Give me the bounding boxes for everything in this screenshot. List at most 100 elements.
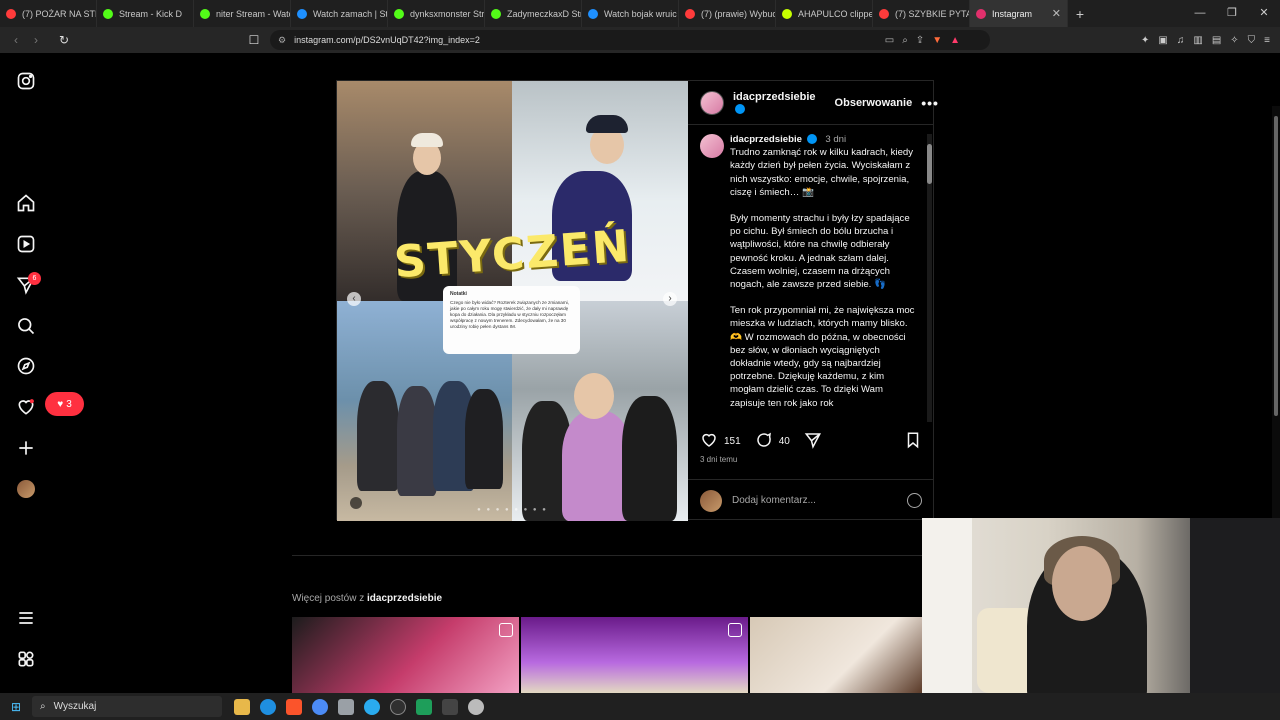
site-info-icon[interactable]: ⚙ [278,35,286,46]
leo-icon[interactable]: ✧ [1230,35,1238,46]
media-icon[interactable]: ♫ [1177,35,1185,46]
threads-apps-icon[interactable] [16,649,36,669]
window-controls: — ❐ ✕ [1184,0,1280,27]
page-scrollbar[interactable] [1272,106,1280,571]
app-icon[interactable] [442,698,458,715]
tab-label: Stream - Kick D [119,8,183,19]
create-icon[interactable] [16,438,36,458]
browser-tab[interactable]: (7) SZYBKIE PYTAN [873,0,970,27]
author-avatar[interactable] [700,90,724,115]
post-details: idacprzedsiebie Obserwowanie ••• idacprz… [688,81,938,521]
tab-label: niter Stream - Watc [216,8,291,19]
maximize-button[interactable]: ❐ [1216,0,1248,27]
home-icon[interactable] [16,193,36,213]
post-image-carousel[interactable]: STYCZEŃ Notatki Czego nie było widać? Ro… [337,81,688,521]
brave-shield-icon[interactable]: ▼ [932,35,942,46]
notifications-badge: 6 [28,272,41,285]
post-thumbnail[interactable] [292,617,519,693]
carousel-dots: ● ● ● ● ● ● ● ● [477,507,548,513]
verified-badge-icon [806,134,817,145]
bookmark-page-icon[interactable]: ☐ [244,33,264,47]
brave-icon[interactable] [286,698,302,715]
save-icon[interactable] [904,431,922,452]
app-icon[interactable] [338,698,354,715]
comment-icon[interactable] [755,431,773,452]
forward-button[interactable]: › [26,33,46,47]
zoom-icon[interactable]: ⌕ [902,35,908,46]
profile-avatar[interactable] [17,480,35,498]
share-icon[interactable] [804,431,822,452]
chrome-icon[interactable] [312,698,328,715]
browser-tab[interactable]: niter Stream - Watc [194,0,291,27]
browser-tab[interactable]: Watch bojak wruic | [582,0,679,27]
caption-time: 3 dni [825,134,847,145]
tab-label: dynksxmonster Stre [410,8,485,19]
caption-scrollbar[interactable] [927,134,932,422]
post-time-ago: 3 dni temu [700,455,738,464]
notifications-heart-icon[interactable] [16,397,36,417]
post-thumbnail[interactable] [750,617,922,693]
browser-tab[interactable]: (7) (prawie) Wybuch [679,0,776,27]
author-username[interactable]: idacprzedsiebie [733,91,816,115]
telegram-icon[interactable] [364,698,380,715]
new-tab-button[interactable]: + [1068,6,1092,22]
carousel-next-button[interactable]: › [663,292,677,306]
caption-avatar[interactable] [700,134,724,158]
following-button[interactable]: Obserwowanie [835,97,913,109]
vpn-icon[interactable]: ⛉ [1248,35,1256,46]
post-actions: 151 40 [688,426,934,456]
share-icon[interactable]: ⇪ [916,35,924,46]
caption-username[interactable]: idacprzedsiebie [730,134,802,145]
close-window-button[interactable]: ✕ [1248,0,1280,27]
post-thumbnail[interactable] [521,617,748,693]
search-icon[interactable] [16,316,36,336]
browser-tab[interactable]: dynksxmonster Stre [388,0,485,27]
browser-tab[interactable]: AHAPULCO clipped [776,0,873,27]
url-bar[interactable]: ⚙ instagram.com/p/DS2vnUqDT42?img_index=… [270,30,990,50]
comment-input[interactable]: Dodaj komentarz... [732,495,816,506]
browser-tab[interactable]: ZadymeczkaxD Stre [485,0,582,27]
extension-icon[interactable]: ▣ [1158,35,1167,46]
address-bar-row: ‹ › ↻ ☐ ⚙ instagram.com/p/DS2vnUqDT42?im… [0,27,1280,53]
browser-tab[interactable]: Watch zamach | Str [291,0,388,27]
obs-icon[interactable] [390,698,406,715]
more-posts-heading: Więcej postów z idacprzedsiebie [292,593,443,604]
more-posts-grid [292,617,922,693]
app-icon[interactable] [416,698,432,715]
taskbar-search[interactable]: ⌕ Wyszukaj [32,696,222,717]
sidebar-toggle-icon[interactable]: ▥ [1193,35,1202,46]
extension-icons: ✦ ▣ ♫ ▥ ▤ ✧ ⛉ ≡ [1141,27,1270,53]
minimize-button[interactable]: — [1184,0,1216,27]
reels-icon[interactable] [16,234,36,254]
reload-button[interactable]: ↻ [54,33,74,47]
extension-puzzle-icon[interactable]: ✦ [1141,35,1149,46]
edge-icon[interactable] [260,698,276,715]
windows-start-icon[interactable]: ⊞ [0,700,32,714]
more-posts-username[interactable]: idacprzedsiebie [367,593,442,604]
tab-favicon-icon [103,8,113,19]
app-icon[interactable] [468,698,484,715]
emoji-icon[interactable] [907,493,922,508]
browser-tab[interactable]: (7) POŻAR NA STRE [0,0,97,27]
tab-label: ZadymeczkaxD Stre [507,8,582,19]
tab-label: Watch zamach | Str [313,8,388,19]
tab-favicon-icon [588,8,598,19]
like-icon[interactable] [700,431,718,452]
carousel-prev-button[interactable]: ‹ [347,292,361,306]
tab-favicon-icon [6,8,16,19]
file-explorer-icon[interactable] [234,698,250,715]
likes-notification-bubble[interactable]: ♥ 3 [45,392,84,416]
tab-favicon-icon [685,8,695,19]
wallet-icon[interactable]: ▤ [1212,35,1221,46]
browser-tab[interactable]: Instagram ✕ [970,0,1068,27]
browser-tab[interactable]: Stream - Kick D [97,0,194,27]
more-menu-icon[interactable] [16,608,36,628]
back-button[interactable]: ‹ [6,33,26,47]
close-tab-icon[interactable]: ✕ [1052,7,1061,20]
reader-icon[interactable]: ▭ [885,35,894,46]
menu-icon[interactable]: ≡ [1264,35,1270,46]
brave-rewards-icon[interactable]: ▲ [950,35,960,46]
more-options-icon[interactable]: ••• [921,95,939,111]
explore-icon[interactable] [16,356,36,376]
instagram-logo-icon[interactable] [16,71,36,91]
